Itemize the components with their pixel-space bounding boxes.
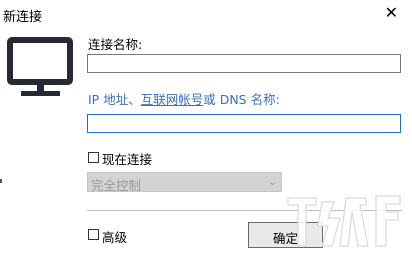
- advanced-checkbox[interactable]: [88, 229, 99, 240]
- internet-account-link[interactable]: 互联网帐号: [141, 92, 204, 107]
- control-mode-select[interactable]: 完全控制 ⌄: [87, 172, 282, 193]
- watermark-logo: [287, 195, 401, 247]
- panel-tick: [0, 179, 2, 183]
- left-panel: [0, 26, 81, 256]
- address-label-suffix: 或 DNS 名称:: [203, 92, 280, 107]
- chevron-down-icon: ⌄: [267, 175, 277, 188]
- control-mode-value: 完全控制: [91, 178, 142, 193]
- connect-now-label[interactable]: 现在连接: [102, 149, 152, 168]
- window-title: 新连接: [3, 10, 43, 25]
- address-label-prefix: IP 地址、: [88, 92, 141, 107]
- connection-name-input[interactable]: [87, 54, 401, 73]
- monitor-icon: [7, 37, 73, 96]
- connection-name-label: 连接名称:: [88, 37, 143, 52]
- advanced-label[interactable]: 高级: [102, 227, 127, 246]
- close-icon[interactable]: ✕: [385, 3, 398, 23]
- connect-now-checkbox[interactable]: [88, 152, 99, 163]
- address-label: IP 地址、互联网帐号或 DNS 名称:: [88, 89, 280, 108]
- address-input[interactable]: [87, 114, 401, 133]
